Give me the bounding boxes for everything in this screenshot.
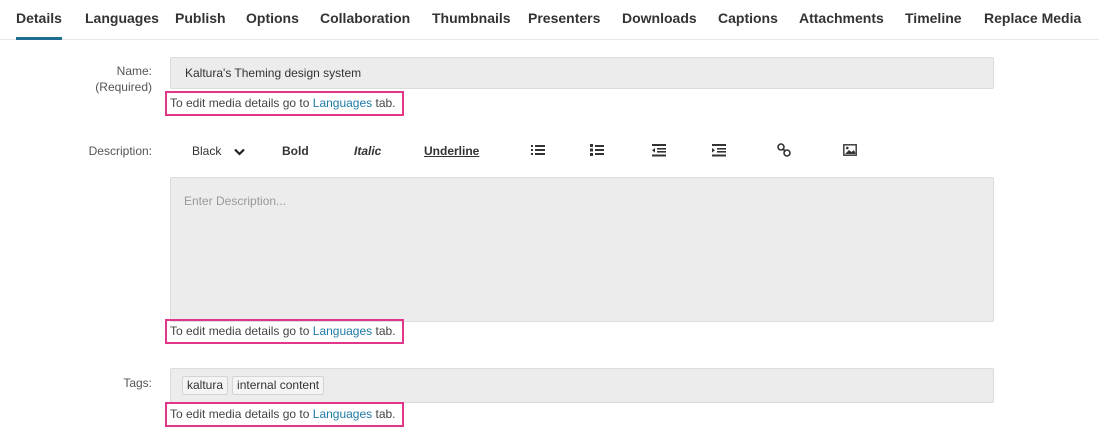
- color-select[interactable]: Black: [192, 143, 245, 159]
- name-input[interactable]: [170, 57, 994, 89]
- hint-suffix: tab.: [372, 407, 396, 421]
- outdent-icon[interactable]: [652, 143, 666, 157]
- tab-replace-media[interactable]: Replace Media: [984, 0, 1081, 40]
- tab-publish[interactable]: Publish: [175, 0, 226, 40]
- ordered-list-icon[interactable]: [590, 143, 604, 157]
- description-placeholder: Enter Description...: [184, 194, 287, 208]
- hint-suffix: tab.: [372, 324, 396, 338]
- name-label-text: Name:: [116, 64, 152, 78]
- hint-prefix: To edit media details go to: [170, 407, 313, 421]
- tab-details[interactable]: Details: [16, 0, 62, 40]
- tab-presenters[interactable]: Presenters: [528, 0, 600, 40]
- languages-link[interactable]: Languages: [313, 407, 372, 421]
- tab-collaboration[interactable]: Collaboration: [320, 0, 410, 40]
- underline-button[interactable]: Underline: [424, 143, 479, 159]
- description-hint: To edit media details go to Languages ta…: [165, 319, 404, 344]
- tab-languages[interactable]: Languages: [85, 0, 159, 40]
- tags-input[interactable]: kaltura internal content: [170, 368, 994, 403]
- tags-hint: To edit media details go to Languages ta…: [165, 402, 404, 427]
- hint-prefix: To edit media details go to: [170, 324, 313, 338]
- tab-timeline[interactable]: Timeline: [905, 0, 962, 40]
- hint-suffix: tab.: [372, 96, 396, 110]
- image-icon[interactable]: [843, 143, 857, 157]
- description-label: Description:: [88, 144, 152, 158]
- tags-label: Tags:: [123, 376, 152, 390]
- chevron-down-icon: [233, 148, 245, 156]
- languages-link[interactable]: Languages: [313, 324, 372, 338]
- tag-chip[interactable]: internal content: [232, 376, 325, 395]
- tab-options[interactable]: Options: [246, 0, 299, 40]
- tab-downloads[interactable]: Downloads: [622, 0, 697, 40]
- indent-icon[interactable]: [712, 143, 726, 157]
- color-select-value: Black: [192, 144, 222, 158]
- name-label: Name: (Required): [12, 63, 152, 95]
- unordered-list-icon[interactable]: [531, 143, 545, 157]
- tab-attachments[interactable]: Attachments: [799, 0, 884, 40]
- languages-link[interactable]: Languages: [313, 96, 372, 110]
- bold-button[interactable]: Bold: [282, 143, 309, 159]
- name-required-text: (Required): [95, 80, 152, 94]
- description-textarea[interactable]: Enter Description...: [170, 177, 994, 322]
- name-hint: To edit media details go to Languages ta…: [165, 91, 404, 116]
- tab-captions[interactable]: Captions: [718, 0, 778, 40]
- tab-bar: Details Languages Publish Options Collab…: [0, 0, 1099, 40]
- tab-thumbnails[interactable]: Thumbnails: [432, 0, 511, 40]
- hint-prefix: To edit media details go to: [170, 96, 313, 110]
- italic-button[interactable]: Italic: [354, 143, 381, 159]
- tag-chip[interactable]: kaltura: [182, 376, 229, 395]
- link-icon[interactable]: [777, 143, 791, 157]
